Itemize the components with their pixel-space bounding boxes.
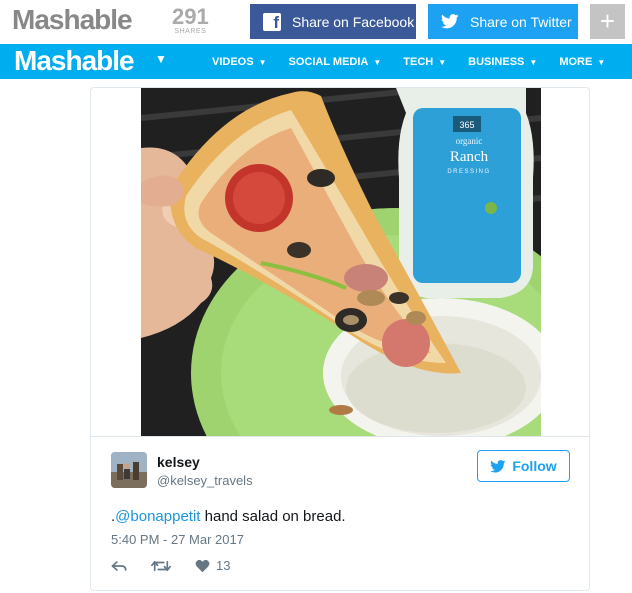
nav-item-social-media[interactable]: SOCIAL MEDIA ▼ <box>289 56 382 68</box>
share-twitter-label: Share on Twitter <box>470 13 572 30</box>
embedded-tweet: 365 organic Ranch DRESSING kelsey @kelse… <box>90 87 590 591</box>
share-facebook-button[interactable]: f Share on Facebook <box>250 4 416 39</box>
share-count: 291 <box>172 4 209 29</box>
nav-item-label: TECH <box>403 55 434 68</box>
caret-down-icon: ▼ <box>373 57 382 67</box>
like-button[interactable]: 13 <box>195 558 230 573</box>
tweet-actions: 13 <box>111 558 254 573</box>
nav-items: VIDEOS ▼ SOCIAL MEDIA ▼ TECH ▼ BUSINESS ▼ MO… <box>212 44 627 79</box>
caret-down-icon: ▼ <box>597 57 606 67</box>
nav-item-label: SOCIAL MEDIA <box>288 55 369 68</box>
caret-down-icon: ▼ <box>258 57 267 67</box>
mashable-logo[interactable]: Mashable <box>14 45 135 77</box>
divider <box>91 436 589 437</box>
avatar[interactable] <box>111 452 147 488</box>
main-nav: Mashable ▼ VIDEOS ▼ SOCIAL MEDIA ▼ TECH ▼ B… <box>0 44 632 79</box>
mashable-logo-gray[interactable]: Mashable <box>12 4 133 36</box>
follow-button[interactable]: Follow <box>477 450 570 482</box>
follow-label: Follow <box>512 458 557 474</box>
tweet-mention-link[interactable]: @bonappetit <box>115 508 200 525</box>
nav-item-label: BUSINESS <box>468 55 525 68</box>
share-facebook-label: Share on Facebook <box>292 13 415 30</box>
tweet-author-handle[interactable]: @kelsey_travels <box>157 473 253 488</box>
tweet-text-body: hand salad on bread. <box>200 508 346 525</box>
tweet-text: .@bonappetit hand salad on bread. <box>111 508 346 525</box>
heart-icon <box>195 559 210 573</box>
bottle-brand: 365 <box>459 120 474 130</box>
nav-item-label: VIDEOS <box>212 55 254 68</box>
facebook-icon: f <box>262 12 282 32</box>
tweet-photo[interactable]: 365 organic Ranch DRESSING <box>141 88 541 436</box>
bottle-line1: organic <box>456 136 483 146</box>
reply-icon[interactable] <box>111 559 127 573</box>
nav-item-label: MORE <box>559 55 593 68</box>
share-counter: 291 SHARES <box>172 4 209 36</box>
tweet-author-name[interactable]: kelsey <box>157 454 200 470</box>
nav-item-tech[interactable]: TECH ▼ <box>403 56 446 68</box>
like-count: 13 <box>216 558 231 573</box>
share-bar: Mashable 291 SHARES f Share on Facebook … <box>0 0 632 44</box>
share-count-label: SHARES <box>174 28 207 35</box>
bottle-line2: Ranch <box>450 149 489 165</box>
retweet-icon[interactable] <box>151 559 171 573</box>
share-twitter-button[interactable]: Share on Twitter <box>428 4 578 39</box>
caret-down-icon: ▼ <box>438 57 447 67</box>
more-share-button[interactable]: + <box>590 4 625 39</box>
caret-down-icon[interactable]: ▼ <box>155 52 167 66</box>
plus-icon: + <box>599 6 616 36</box>
caret-down-icon: ▼ <box>529 57 538 67</box>
nav-item-videos[interactable]: VIDEOS ▼ <box>212 56 267 68</box>
nav-item-more[interactable]: MORE ▼ <box>559 56 605 68</box>
tweet-timestamp[interactable]: 5:40 PM - 27 Mar 2017 <box>111 532 244 547</box>
twitter-bird-icon <box>440 12 460 32</box>
nav-item-business[interactable]: BUSINESS ▼ <box>468 56 537 68</box>
bottle-line3: DRESSING <box>447 169 490 175</box>
twitter-bird-icon <box>490 459 506 473</box>
